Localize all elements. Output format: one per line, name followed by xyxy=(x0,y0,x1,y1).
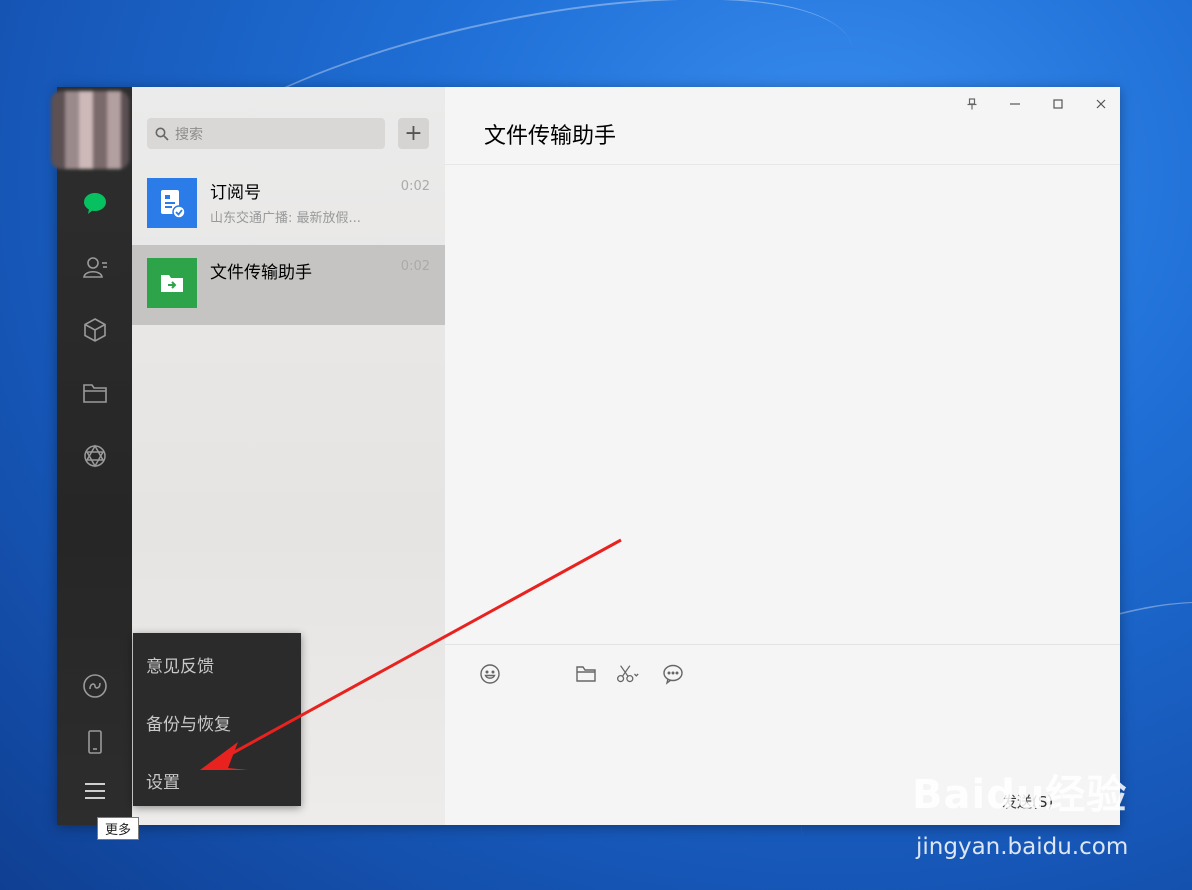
favorites-icon[interactable] xyxy=(79,314,111,346)
input-divider xyxy=(445,644,1120,645)
screenshot-icon[interactable] xyxy=(616,662,640,686)
search-placeholder: 搜索 xyxy=(175,126,203,143)
watermark-url: jingyan.baidu.com xyxy=(916,834,1129,860)
mini-programs-icon[interactable] xyxy=(79,670,111,702)
file-transfer-icon xyxy=(147,258,197,308)
chat-history-icon[interactable] xyxy=(661,662,685,686)
chat-pane: 文件传输助手 发送(S) xyxy=(445,87,1120,825)
conversation-name: 文件传输助手 xyxy=(210,263,312,283)
pin-icon[interactable] xyxy=(961,95,983,113)
watermark-brand: Baidu经验 xyxy=(912,772,1128,818)
more-menu: 意见反馈 备份与恢复 设置 xyxy=(133,633,301,806)
add-chat-button[interactable]: + xyxy=(398,118,429,149)
avatar[interactable] xyxy=(51,91,129,169)
minimize-icon[interactable] xyxy=(1004,95,1026,113)
maximize-icon[interactable] xyxy=(1047,95,1069,113)
menu-item-feedback[interactable]: 意见反馈 xyxy=(146,652,214,677)
conversation-item-subscriptions[interactable]: 订阅号 山东交通广播: 最新放假... 0:02 xyxy=(132,165,445,245)
conversation-time: 0:02 xyxy=(400,259,430,274)
close-icon[interactable] xyxy=(1090,95,1112,113)
contacts-icon[interactable] xyxy=(79,251,111,283)
conversation-preview: 山东交通广播: 最新放假... xyxy=(210,211,361,226)
chat-icon[interactable] xyxy=(79,187,111,219)
conversation-time: 0:02 xyxy=(400,179,430,194)
moments-icon[interactable] xyxy=(79,440,111,472)
menu-item-backup-restore[interactable]: 备份与恢复 xyxy=(146,710,231,735)
baidu-watermark: Baidu经验 jingyan.baidu.com xyxy=(912,762,1128,860)
conversation-name: 订阅号 xyxy=(210,183,261,203)
header-divider xyxy=(445,164,1120,165)
search-icon xyxy=(155,127,169,141)
folder-icon[interactable] xyxy=(574,662,598,686)
sidebar xyxy=(51,87,132,825)
files-icon[interactable] xyxy=(79,377,111,409)
conversation-item-file-transfer[interactable]: 文件传输助手 0:02 xyxy=(132,245,445,325)
menu-item-settings[interactable]: 设置 xyxy=(146,768,180,793)
emoji-icon[interactable] xyxy=(478,662,502,686)
menu-icon[interactable] xyxy=(79,775,111,807)
phone-icon[interactable] xyxy=(79,726,111,758)
search-input[interactable]: 搜索 xyxy=(147,118,385,149)
more-tooltip: 更多 xyxy=(97,817,139,840)
subscription-icon xyxy=(147,178,197,228)
chat-title: 文件传输助手 xyxy=(484,124,617,149)
